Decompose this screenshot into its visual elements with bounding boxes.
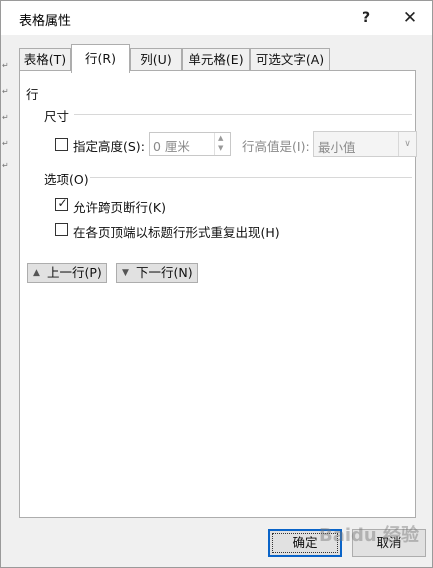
check-icon: ✓	[57, 196, 68, 210]
allow-break-label[interactable]: 允许跨页断行(K)	[73, 197, 166, 216]
options-group-divider	[90, 177, 412, 178]
options-group-label: 选项(O)	[44, 172, 89, 187]
next-row-label: 下一行(N)	[136, 265, 193, 280]
height-value: 0 厘米	[153, 139, 190, 154]
paragraph-mark-icon: ↵	[2, 87, 9, 96]
height-spinner[interactable]: 0 厘米 ▲ ▼	[149, 132, 231, 156]
repeat-header-label[interactable]: 在各页顶端以标题行形式重复出现(H)	[73, 222, 280, 241]
tab-table[interactable]: 表格(T)	[19, 48, 71, 72]
tab-row[interactable]: 行(R)	[71, 44, 130, 73]
chevron-down-icon[interactable]: ∨	[398, 132, 416, 156]
allow-break-checkbox[interactable]: ✓	[55, 196, 68, 211]
size-group-divider	[74, 114, 412, 115]
specify-height-label[interactable]: 指定高度(S):	[73, 136, 145, 155]
document-edge: ↵ ↵ ↵ ↵ ↵	[1, 53, 11, 173]
next-row-button[interactable]: ▼ 下一行(N)	[116, 263, 198, 283]
tab-cell[interactable]: 单元格(E)	[182, 48, 250, 72]
previous-row-label: 上一行(P)	[47, 265, 102, 280]
row-height-mode-select[interactable]: 最小值 ∨	[313, 131, 417, 157]
section-title: 行	[26, 87, 39, 102]
help-button[interactable]: ?	[353, 6, 379, 30]
paragraph-mark-icon: ↵	[2, 61, 9, 70]
previous-row-button[interactable]: ▲ 上一行(P)	[27, 263, 107, 283]
spinner-arrows[interactable]: ▲ ▼	[214, 133, 230, 155]
paragraph-mark-icon: ↵	[2, 139, 9, 148]
paragraph-mark-icon: ↵	[2, 161, 9, 170]
arrow-up-icon: ▲	[33, 268, 40, 278]
tab-alt-text[interactable]: 可选文字(A)	[250, 48, 330, 72]
title-bar: 表格属性 ? ✕	[1, 1, 432, 35]
spin-down-icon[interactable]: ▼	[218, 144, 223, 152]
row-tab-panel: 行 尺寸 指定高度(S): 0 厘米 ▲ ▼ 行高值是(I): 最小值 ∨ 选项…	[19, 70, 417, 518]
dialog-title: 表格属性	[19, 14, 72, 29]
tab-column[interactable]: 列(U)	[130, 48, 182, 72]
table-properties-dialog: 表格属性 ? ✕ ↵ ↵ ↵ ↵ ↵ 表格(T) 行(R) 列(U) 单元格(E…	[0, 0, 433, 568]
specify-height-checkbox[interactable]	[55, 138, 68, 151]
close-button[interactable]: ✕	[397, 6, 423, 30]
size-group-label: 尺寸	[44, 109, 70, 124]
repeat-header-checkbox[interactable]	[55, 223, 68, 236]
row-height-mode-value: 最小值	[318, 140, 356, 155]
baidu-watermark: Baidu 经验	[319, 525, 420, 546]
paragraph-mark-icon: ↵	[2, 113, 9, 122]
spin-up-icon[interactable]: ▲	[218, 134, 223, 142]
row-height-is-label: 行高值是(I):	[242, 139, 310, 154]
arrow-down-icon: ▼	[122, 268, 129, 278]
